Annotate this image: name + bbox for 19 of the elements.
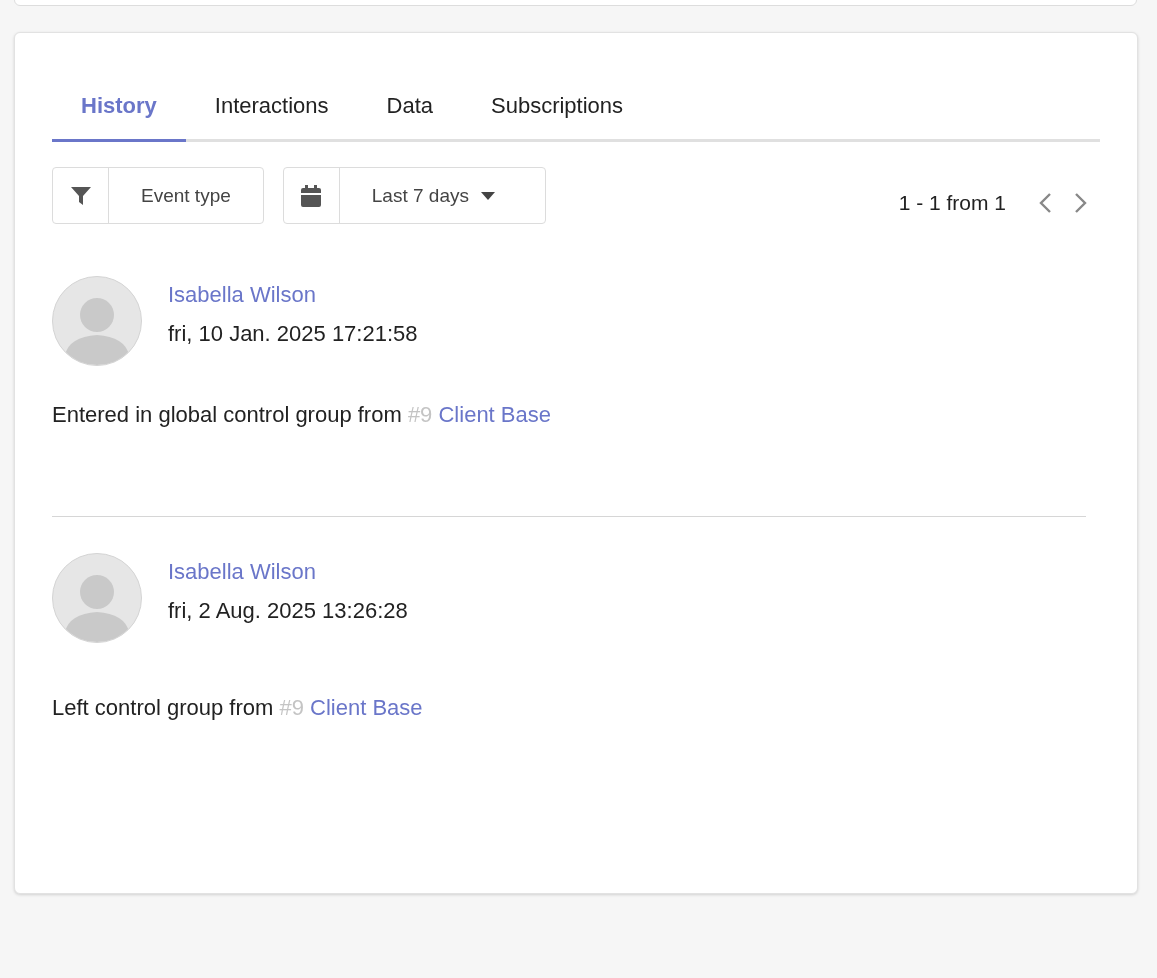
filter-icon: [69, 185, 92, 206]
author-link[interactable]: Isabella Wilson: [168, 559, 316, 585]
client-base-link[interactable]: Client Base: [438, 402, 551, 427]
tab[interactable]: Subscriptions: [462, 81, 653, 142]
event-timestamp: fri, 2 Aug. 2025 13:26:28: [168, 598, 408, 624]
event-description: Left control group from #9 Client Base: [52, 695, 424, 721]
tab[interactable]: History: [52, 81, 186, 142]
event-description: Entered in global control group from #9 Client Base: [52, 402, 552, 428]
event-timestamp: fri, 10 Jan. 2025 17:21:58: [168, 321, 418, 347]
tab[interactable]: Data: [357, 81, 462, 142]
chevron-left-icon: [1038, 191, 1052, 214]
calendar-icon: [301, 184, 322, 207]
chevron-right-icon: [1074, 191, 1088, 214]
event-type-filter[interactable]: Event type: [52, 167, 264, 224]
tab[interactable]: Interactions: [185, 81, 358, 142]
author-link[interactable]: Isabella Wilson: [168, 282, 316, 308]
client-base-link[interactable]: Client Base: [310, 695, 423, 720]
date-range-dropdown[interactable]: Last 7 days: [282, 167, 546, 224]
pagination-range: 1 - 1 from 1: [898, 190, 1006, 215]
